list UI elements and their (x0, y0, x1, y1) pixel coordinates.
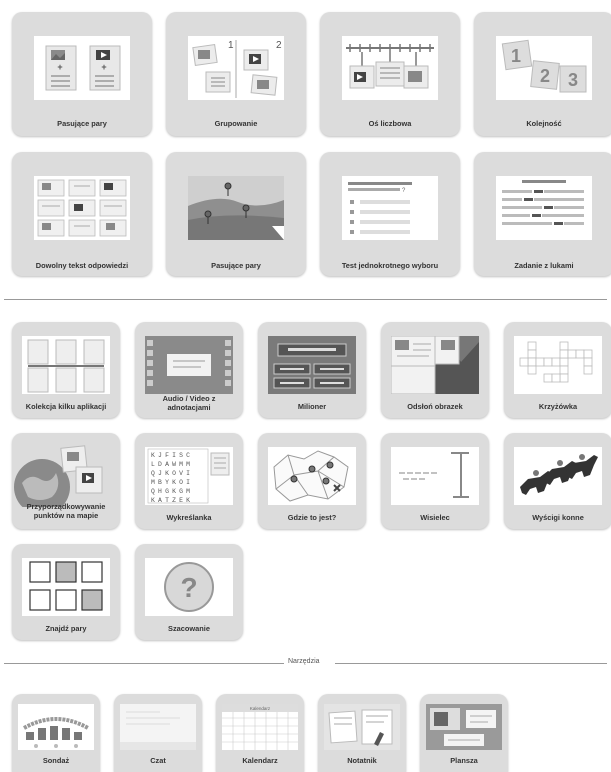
app-tile-matching-pairs[interactable]: + + Pasujące pary (12, 12, 152, 136)
notebook-thumbnail (324, 704, 400, 750)
svg-text:+: + (57, 62, 62, 72)
wordsearch-row: KJFISC (151, 452, 193, 459)
crossword-thumbnail (514, 336, 602, 394)
tile-label: Gdzie to jest? (287, 513, 337, 522)
annotated-media-thumbnail (145, 336, 233, 394)
tile-label: Wykreślanka (166, 513, 212, 522)
where-is-it-thumbnail (268, 447, 356, 505)
tool-tile-poll[interactable]: Sondaż (12, 694, 100, 772)
order-number: 1 (511, 46, 521, 66)
tile-label: Kolejność (526, 119, 562, 128)
tile-label: Kolekcja kilku aplikacji (25, 402, 107, 411)
tile-label: Krzyżówka (538, 402, 578, 411)
wordsearch-row: QHGKGM (151, 488, 193, 495)
wordsearch-row: MBYKOI (151, 479, 193, 486)
app-tile-app-collection[interactable]: Kolekcja kilku aplikacji (12, 322, 120, 418)
app-tile-word-search[interactable]: KJFISC LDAWMM QJKOVI MBYKOI QHGKGM KATZE… (135, 433, 243, 529)
tile-label: Notatnik (347, 756, 377, 765)
app-tile-reveal-image[interactable]: Odsłoń obrazek (381, 322, 489, 418)
tile-label: Plansza (450, 756, 478, 765)
app-tile-annotated-media[interactable]: Audio / Video z adnotacjami (135, 322, 243, 418)
tools-divider-left (4, 663, 284, 664)
tile-label: Sondaż (42, 756, 70, 765)
app-tile-order[interactable]: 1 2 3 Kolejność (474, 12, 611, 136)
tile-label: Odsłoń obrazek (407, 402, 463, 411)
tile-label: Oś liczbowa (368, 119, 412, 128)
svg-text:+: + (101, 62, 106, 72)
order-thumbnail: 1 2 3 (496, 36, 592, 100)
tile-label: Pasujące pary (57, 119, 107, 128)
app-tile-grouping[interactable]: 1 2 Grupowanie (166, 12, 306, 136)
free-text-thumbnail (34, 176, 130, 240)
estimation-thumbnail: ? (145, 558, 233, 616)
single-choice-thumbnail: ? (342, 176, 438, 240)
pins-on-image-thumbnail (188, 176, 284, 240)
find-pairs-thumbnail (22, 558, 110, 616)
group-number: 1 (228, 40, 234, 51)
horse-race-thumbnail (514, 447, 602, 505)
tile-label: Dowolny tekst odpowiedzi (35, 261, 129, 270)
app-tile-millionaire[interactable]: Milioner (258, 322, 366, 418)
wordsearch-row: LDAWMM (151, 461, 193, 468)
app-tile-number-line[interactable]: Oś liczbowa (320, 12, 460, 136)
order-number: 3 (568, 70, 578, 90)
app-tile-single-choice-test[interactable]: ? Test jednokrotnego wyboru (320, 152, 460, 276)
hangman-thumbnail (391, 447, 479, 505)
poll-thumbnail (18, 704, 94, 750)
board-thumbnail (426, 704, 502, 750)
fill-in-gaps-thumbnail (496, 176, 592, 240)
app-tile-crossword[interactable]: Krzyżówka (504, 322, 611, 418)
app-tile-estimation[interactable]: ? Szacowanie (135, 544, 243, 640)
tools-divider-right (335, 663, 607, 664)
word-search-thumbnail: KJFISC LDAWMM QJKOVI MBYKOI QHGKGM KATZE… (145, 447, 233, 505)
app-tile-matching-pairs-image[interactable]: Pasujące pary (166, 152, 306, 276)
order-number: 2 (540, 66, 550, 86)
tile-label: Wyścigi konne (532, 513, 584, 522)
reveal-image-thumbnail (391, 336, 479, 394)
group-number: 2 (276, 40, 282, 51)
tool-tile-board[interactable]: Plansza (420, 694, 508, 772)
tile-label: Wisielec (420, 513, 450, 522)
app-tile-find-pairs[interactable]: Znajdź pary (12, 544, 120, 640)
tile-label: Pasujące pary (211, 261, 261, 270)
tool-tile-calendar[interactable]: Kalendarz Kalendarz (216, 694, 304, 772)
app-tile-where-is-it[interactable]: Gdzie to jest? (258, 433, 366, 529)
svg-text:?: ? (402, 188, 406, 194)
tile-label: Test jednokrotnego wyboru (341, 261, 439, 270)
chat-thumbnail (120, 704, 196, 750)
tile-label: Milioner (297, 402, 327, 411)
wordsearch-row: KATZEK (151, 497, 193, 504)
app-tile-hangman[interactable]: Wisielec (381, 433, 489, 529)
svg-text:?: ? (180, 572, 197, 603)
tile-label: Zadanie z lukami (514, 261, 574, 270)
tools-section-title: Narzędzia (285, 658, 323, 665)
collection-thumbnail (22, 336, 110, 394)
app-tile-fill-in-gaps[interactable]: Zadanie z lukami (474, 152, 611, 276)
calendar-title: Kalendarz (250, 706, 271, 711)
millionaire-thumbnail (268, 336, 356, 394)
tool-tile-chat[interactable]: Czat (114, 694, 202, 772)
tile-label: Audio / Video z adnotacjami (162, 394, 216, 412)
tile-label: Znajdź pary (45, 624, 87, 633)
app-tile-free-text-answer[interactable]: Dowolny tekst odpowiedzi (12, 152, 152, 276)
grouping-thumbnail: 1 2 (188, 36, 284, 100)
number-line-thumbnail (342, 36, 438, 100)
tile-label: Szacowanie (168, 624, 210, 633)
tile-label: Kalendarz (242, 756, 278, 765)
map-points-thumbnail (12, 443, 110, 507)
app-tile-horse-race[interactable]: Wyścigi konne (504, 433, 611, 529)
tile-label: Przyporządkowywanie punktów na mapie (26, 502, 106, 520)
tool-tile-notebook[interactable]: Notatnik (318, 694, 406, 772)
tile-label: Czat (150, 756, 166, 765)
section-divider (4, 299, 607, 300)
calendar-thumbnail: Kalendarz (222, 704, 298, 750)
tile-label: Grupowanie (214, 119, 258, 128)
wordsearch-row: QJKOVI (151, 470, 193, 477)
app-tile-map-points[interactable]: Przyporządkowywanie punktów na mapie (12, 433, 120, 529)
matching-pairs-thumbnail: + + (34, 36, 130, 100)
